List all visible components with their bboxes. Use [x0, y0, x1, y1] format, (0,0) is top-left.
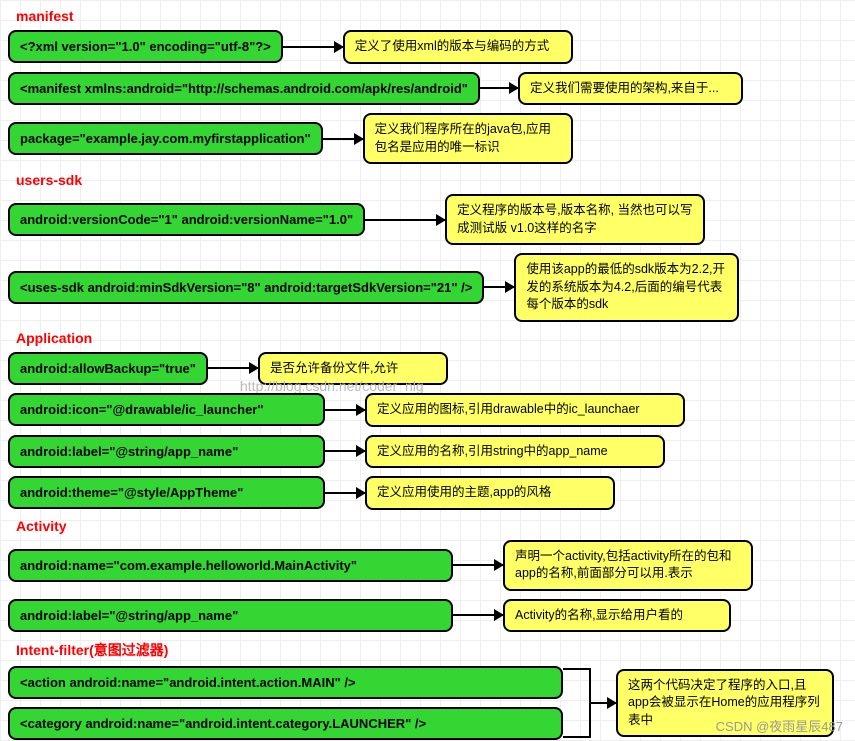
arrow-icon [323, 138, 363, 140]
code-xml-decl: <?xml version="1.0" encoding="utf-8"?> [8, 30, 283, 63]
arrow-icon [325, 409, 365, 411]
arrow-icon [480, 87, 518, 89]
desc-uses-sdk: 使用该app的最低的sdk版本为2.2,开发的系统版本为4.2,后面的编号代表每… [514, 253, 739, 322]
section-activity: Activity [16, 518, 855, 534]
section-intent-filter: Intent-filter(意图过滤器) [16, 640, 855, 660]
code-uses-sdk: <uses-sdk android:minSdkVersion="8" andr… [8, 271, 484, 304]
code-backup: android:allowBackup="true" [8, 352, 208, 385]
row-act-label: android:label="@string/app_name" Activit… [8, 599, 855, 633]
code-manifest-ns: <manifest xmlns:android="http://schemas.… [8, 72, 480, 105]
row-act-name: android:name="com.example.helloworld.Mai… [8, 540, 855, 591]
code-act-label: android:label="@string/app_name" [8, 599, 453, 632]
desc-act-label: Activity的名称,显示给用户看的 [503, 599, 731, 633]
code-label: android:label="@string/app_name" [8, 435, 325, 468]
desc-backup: 是否允许备份文件,允许 [258, 352, 448, 386]
code-action: <action android:name="android.intent.act… [8, 666, 563, 699]
arrow-icon [208, 367, 258, 369]
desc-theme: 定义应用使用的主题,app的风格 [365, 476, 615, 510]
code-package: package="example.jay.com.myfirstapplicat… [8, 122, 323, 155]
row-icon: android:icon="@drawable/ic_launcher" 定义应… [8, 393, 855, 427]
row-xml-decl: <?xml version="1.0" encoding="utf-8"?> 定… [8, 30, 855, 64]
desc-manifest-ns: 定义我们需要使用的架构,来自于... [518, 72, 743, 106]
desc-icon: 定义应用的图标,引用drawable中的ic_launchaer [365, 393, 685, 427]
code-theme: android:theme="@style/AppTheme" [8, 476, 325, 509]
code-version: android:versionCode="1" android:versionN… [8, 203, 365, 236]
code-act-name: android:name="com.example.helloworld.Mai… [8, 549, 453, 582]
desc-package: 定义我们程序所在的java包,应用包名是应用的唯一标识 [363, 113, 573, 164]
arrow-icon [325, 450, 365, 452]
arrow-icon [283, 46, 343, 48]
row-theme: android:theme="@style/AppTheme" 定义应用使用的主… [8, 476, 855, 510]
arrow-icon [484, 286, 514, 288]
arrow-icon [453, 564, 503, 566]
row-manifest-ns: <manifest xmlns:android="http://schemas.… [8, 72, 855, 106]
code-icon: android:icon="@drawable/ic_launcher" [8, 393, 325, 426]
section-manifest: manifest [16, 8, 855, 24]
row-version: android:versionCode="1" android:versionN… [8, 194, 855, 245]
row-label: android:label="@string/app_name" 定义应用的名称… [8, 435, 855, 469]
footer-watermark: CSDN @夜雨星辰487 [716, 716, 843, 735]
desc-act-name: 声明一个activity,包括activity所在的包和app的名称,前面部分可… [503, 540, 753, 591]
row-package: package="example.jay.com.myfirstapplicat… [8, 113, 855, 164]
code-category: <category android:name="android.intent.c… [8, 707, 563, 740]
desc-label: 定义应用的名称,引用string中的app_name [365, 435, 665, 469]
arrow-icon [325, 492, 365, 494]
desc-version: 定义程序的版本号,版本名称, 当然也可以写成测试版 v1.0这样的名字 [445, 194, 705, 245]
row-uses-sdk: <uses-sdk android:minSdkVersion="8" andr… [8, 253, 855, 322]
section-users-sdk: users-sdk [16, 172, 855, 188]
arrow-icon [591, 702, 616, 704]
desc-xml-decl: 定义了使用xml的版本与编码的方式 [343, 30, 573, 64]
arrow-icon [453, 614, 503, 616]
bracket-icon [581, 668, 591, 738]
row-backup: android:allowBackup="true" 是否允许备份文件,允许 [8, 352, 855, 386]
section-application: Application [16, 330, 855, 346]
arrow-icon [365, 219, 445, 221]
